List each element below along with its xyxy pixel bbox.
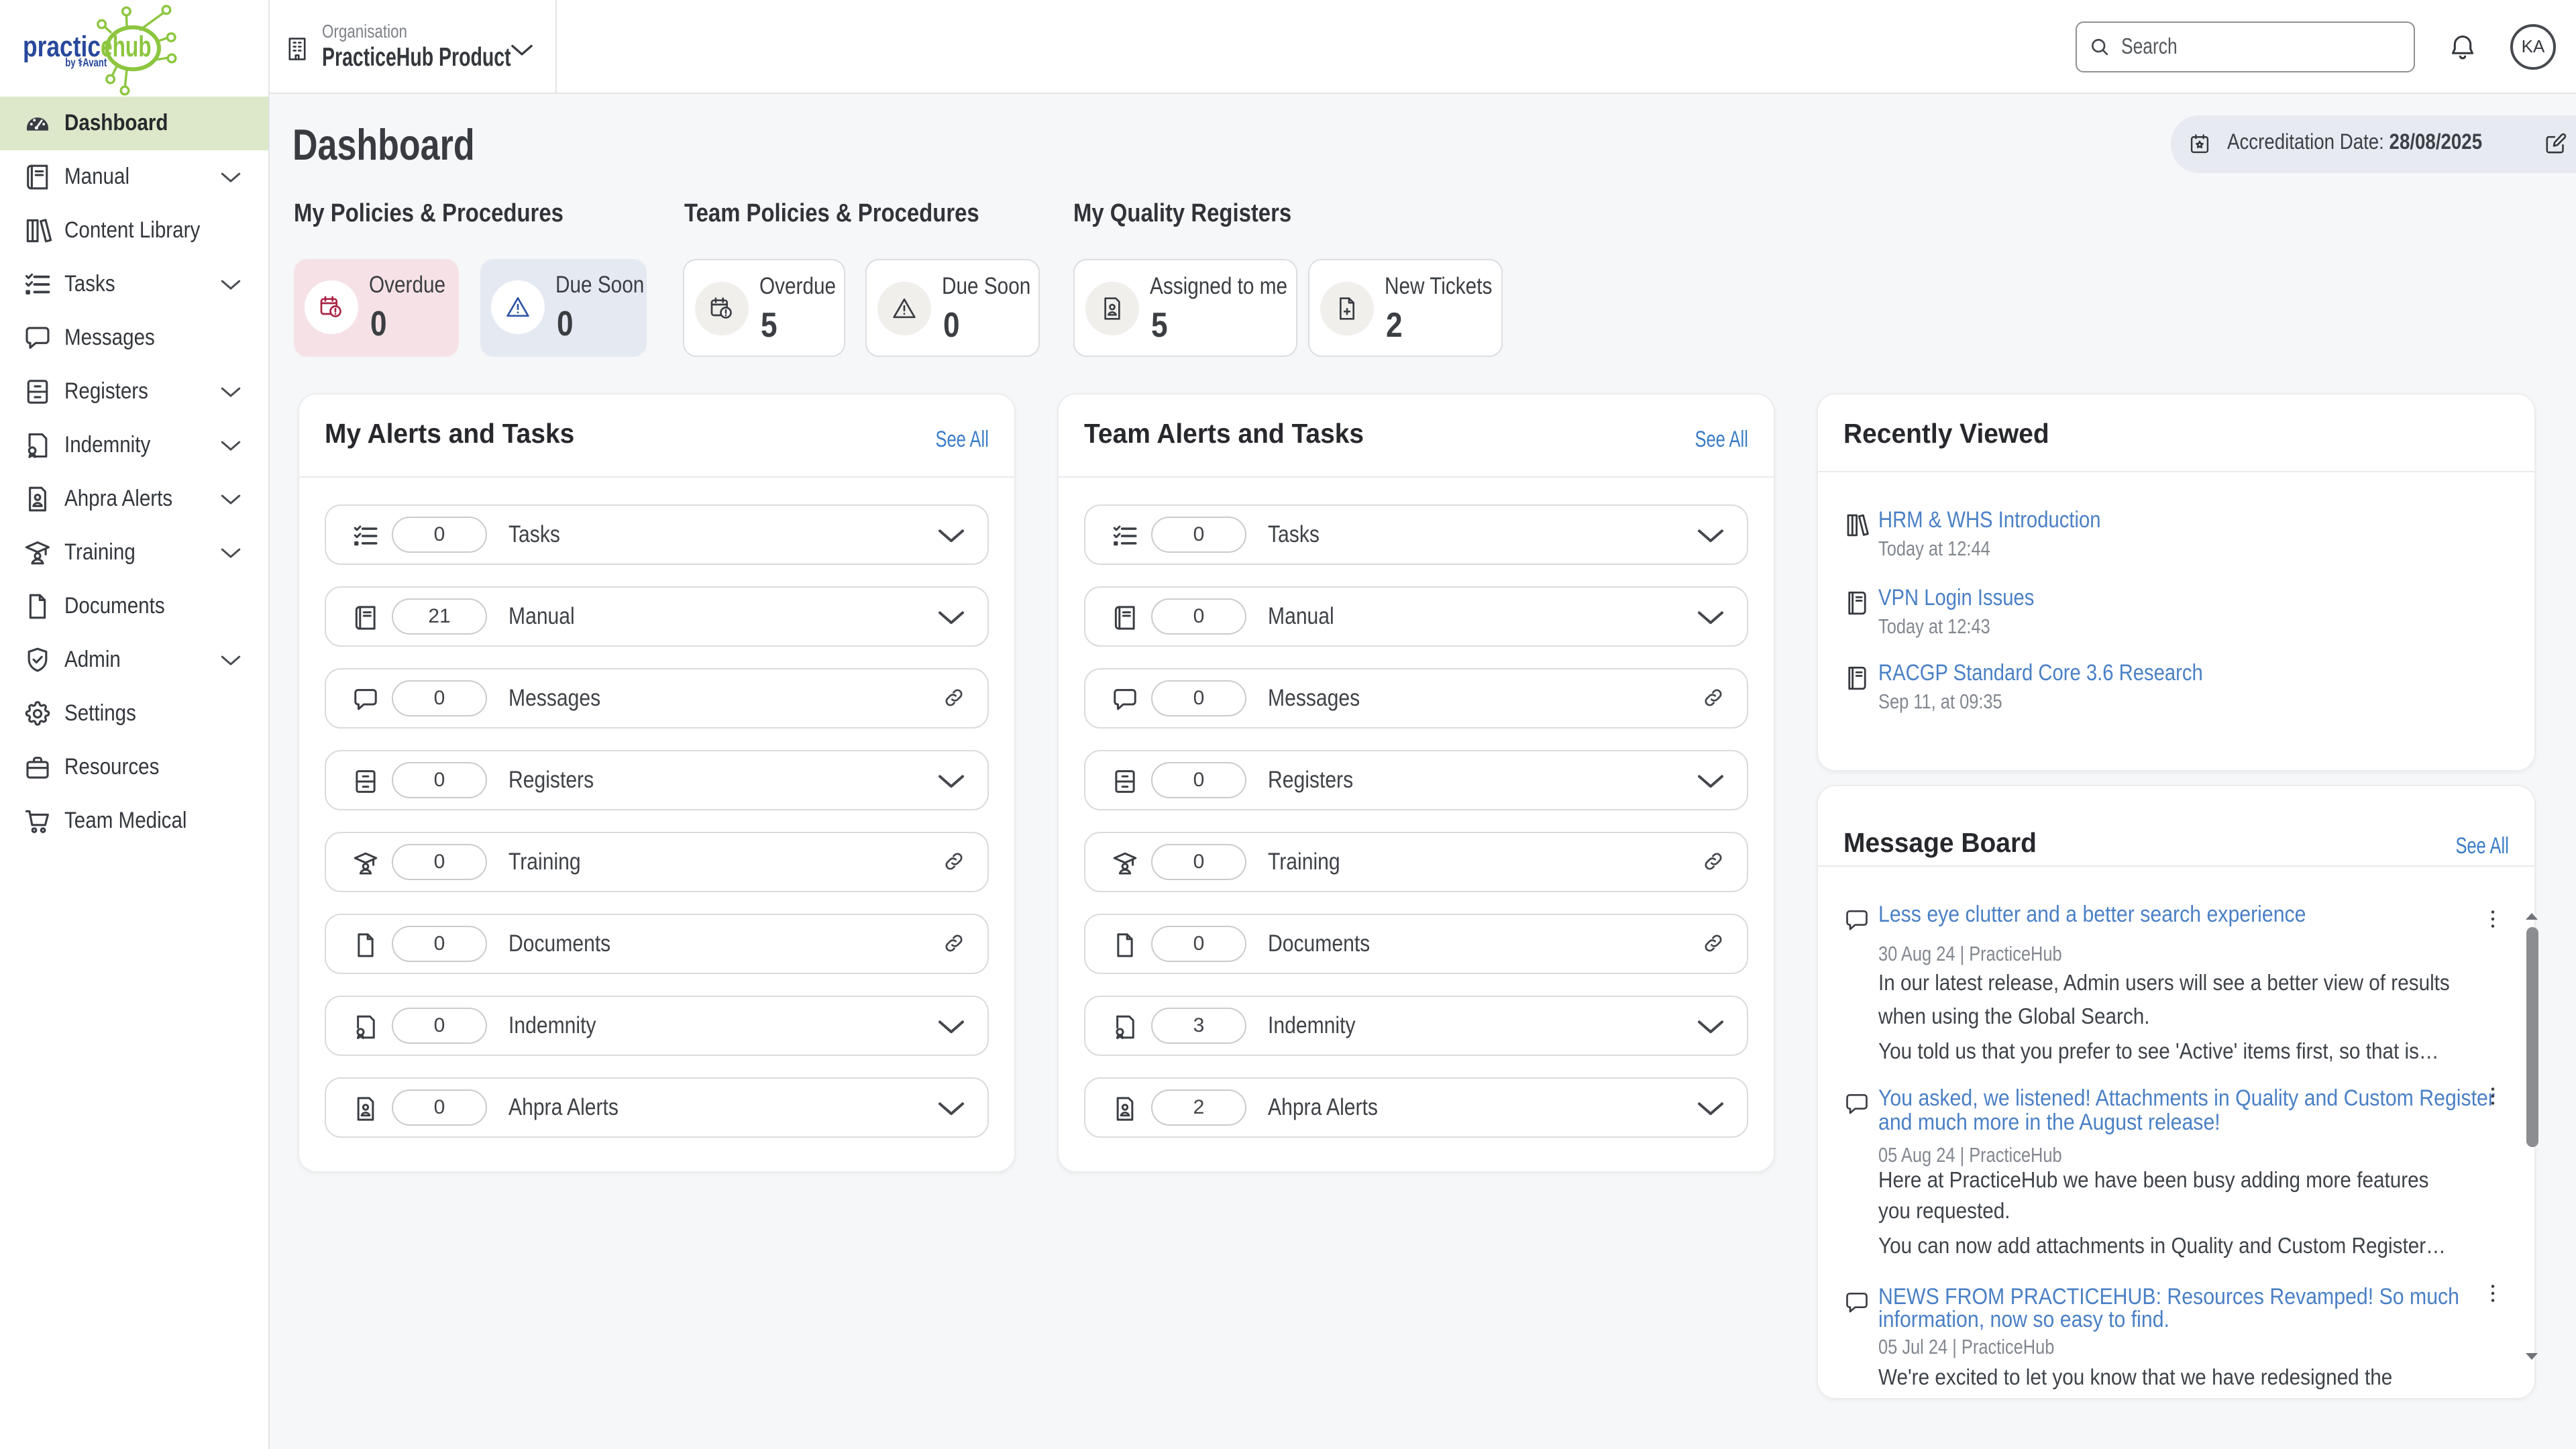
- svg-text:ehub: ehub: [101, 30, 152, 63]
- svg-text:by ⚕Avant: by ⚕Avant: [65, 56, 107, 69]
